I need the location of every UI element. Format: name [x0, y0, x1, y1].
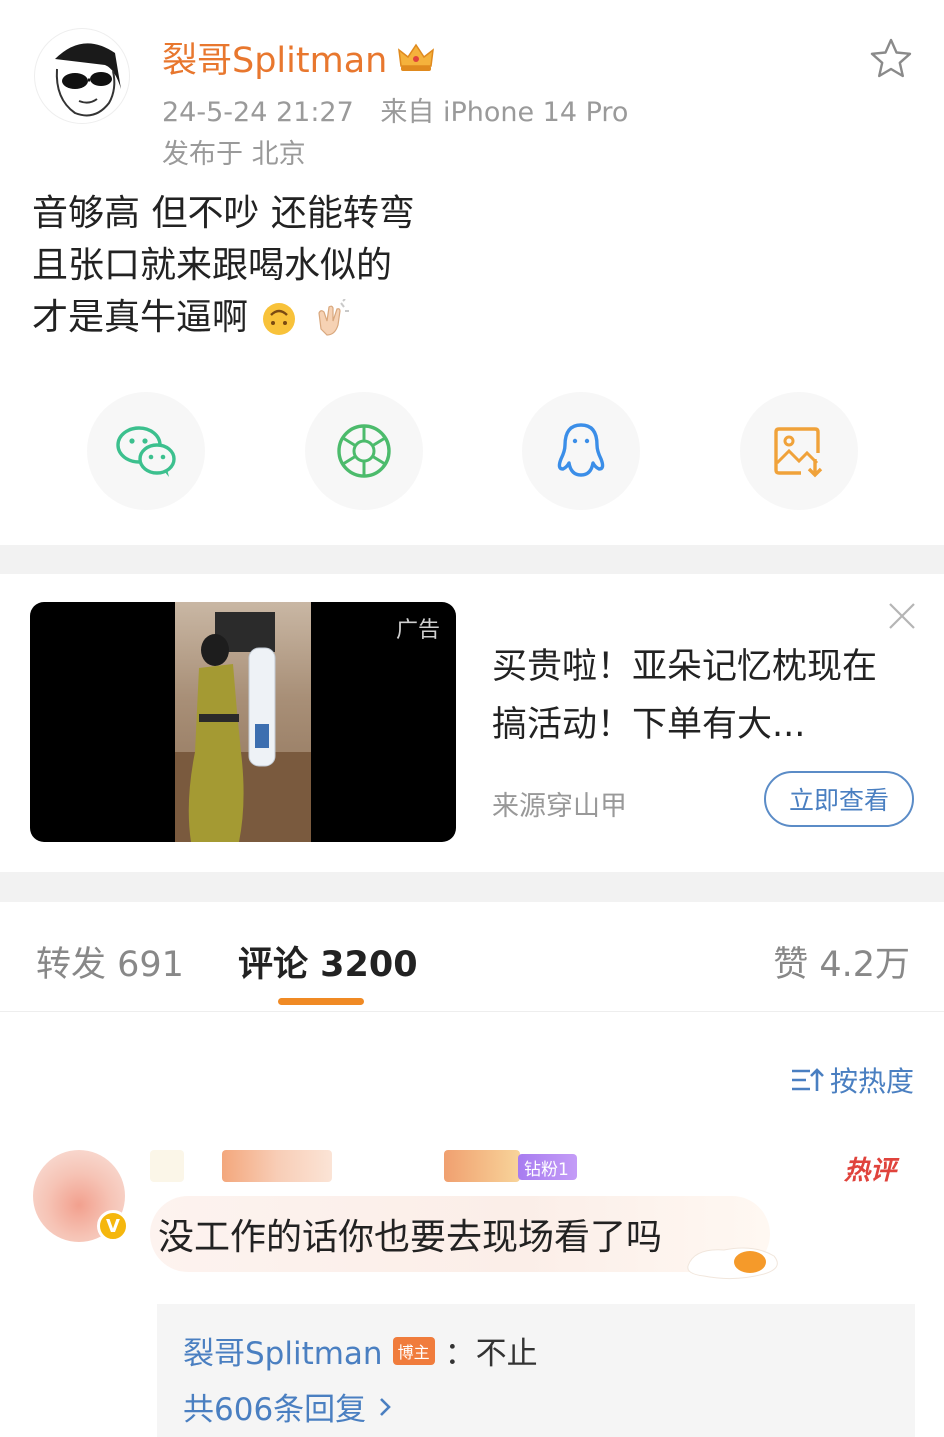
ad-video-scene: [175, 612, 311, 842]
fan-level-badge: 钻粉1: [518, 1154, 577, 1180]
share-wechat-button[interactable]: [87, 392, 205, 510]
post-meta: 24-5-24 21:27 来自 iPhone 14 Pro: [162, 90, 646, 129]
ad-card[interactable]: 广告 买贵啦！亚朵记忆枕现在搞活动！下单有大... 来源穿山甲 立即查看: [0, 574, 944, 872]
wechat-icon: [116, 426, 176, 477]
post-date: 24-5-24 21:27: [162, 97, 354, 128]
active-tab-indicator: [278, 998, 364, 1005]
ad-title[interactable]: 买贵啦！亚朵记忆枕现在搞活动！下单有大...: [492, 638, 892, 754]
commenter-name-blurred[interactable]: [150, 1150, 184, 1182]
clapping-hands-emoji-icon: [318, 299, 349, 336]
tab-repost[interactable]: 转发 691: [36, 936, 184, 987]
commenter-name-blurred-3: [444, 1150, 520, 1182]
post-content: 音够高 但不吵 还能转弯 且张口就来跟喝水似的 才是真牛逼啊: [32, 188, 415, 344]
interaction-tabs: 转发 691 评论 3200 赞 4.2万: [0, 902, 944, 1012]
reply-preview-box[interactable]: 裂哥Splitman 博主 ：不止 共606条回复: [157, 1304, 915, 1437]
share-qq-button[interactable]: [522, 392, 640, 510]
tab-likes[interactable]: 赞 4.2万: [773, 936, 910, 987]
fried-egg-decoration-icon: [687, 1247, 778, 1280]
comment-text[interactable]: 没工作的话你也要去现场看了吗: [158, 1208, 662, 1260]
author-avatar[interactable]: [34, 28, 130, 124]
crown-icon: [398, 43, 435, 71]
ad-video[interactable]: 广告: [30, 602, 456, 842]
moments-icon: [337, 424, 391, 478]
section-divider: [0, 545, 944, 574]
author-name[interactable]: 裂哥Splitman: [162, 32, 387, 83]
commenter-avatar[interactable]: V: [33, 1150, 129, 1242]
star-outline-icon[interactable]: [868, 36, 914, 82]
post-location: 发布于 北京: [162, 139, 306, 170]
close-icon[interactable]: [886, 600, 918, 632]
reply-count-label: 共606条回复: [183, 1392, 367, 1428]
content-line-3-text: 才是真牛逼啊: [32, 297, 249, 338]
author-name-row[interactable]: 裂哥Splitman: [162, 32, 435, 83]
share-moments-button[interactable]: [305, 392, 423, 510]
verified-badge: V: [97, 1210, 129, 1242]
content-line-1: 音够高 但不吵 还能转弯: [32, 193, 415, 234]
view-replies-link[interactable]: 共606条回复: [183, 1384, 392, 1429]
ad-source: 来源穿山甲: [492, 791, 627, 822]
commenter-name-blurred-2: [222, 1150, 332, 1182]
content-line-3: 才是真牛逼啊: [32, 292, 415, 344]
post-source: 来自 iPhone 14 Pro: [380, 97, 629, 128]
share-row: [0, 392, 944, 512]
reply-author[interactable]: 裂哥Splitman: [183, 1328, 383, 1373]
qq-icon: [557, 423, 605, 477]
reply-text: ：不止: [444, 1336, 538, 1372]
ad-label: 广告: [395, 618, 440, 643]
content-line-2: 且张口就来跟喝水似的: [32, 245, 393, 286]
sort-label: 按热度: [829, 1065, 914, 1098]
hot-comment-tag: 热评: [844, 1156, 897, 1186]
reply-line: 裂哥Splitman 博主 ：不止: [183, 1328, 538, 1373]
fan-badge-label: 钻粉1: [524, 1159, 569, 1180]
section-divider-2: [0, 872, 944, 902]
tab-comments[interactable]: 评论 3200: [238, 936, 418, 987]
ad-video-frame: [175, 602, 311, 842]
weibo-post: 裂哥Splitman 24-5-24 21:27 来自 iPhone 14 Pr…: [0, 0, 944, 545]
save-image-icon: [774, 427, 823, 478]
upside-down-face-emoji-icon: [263, 303, 296, 335]
sort-by-hot-button[interactable]: 按热度: [790, 1060, 914, 1100]
save-image-button[interactable]: [740, 392, 858, 510]
blogger-badge: 博主: [392, 1336, 435, 1365]
ad-view-now-button[interactable]: 立即查看: [764, 771, 914, 827]
chevron-right-icon: [380, 1397, 392, 1416]
cartoon-avatar-icon: [55, 43, 121, 117]
sort-icon: [791, 1068, 824, 1091]
